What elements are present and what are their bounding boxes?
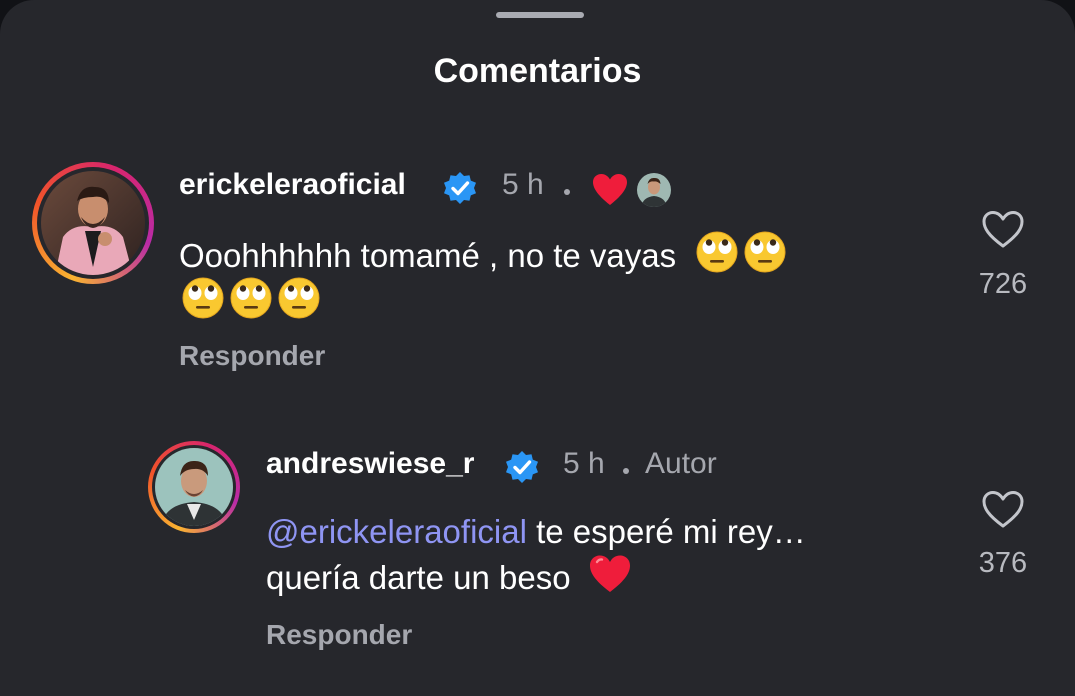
rolling-eyes-emoji-icon [277,276,321,333]
reply-button[interactable]: Responder [179,340,325,372]
verified-badge-icon [444,172,476,204]
like-count: 376 [978,547,1028,579]
comment-timestamp: 5 h [563,447,605,480]
avatar [41,171,145,275]
avatar-story-ring[interactable] [148,441,240,533]
rolling-eyes-emoji-icon [181,276,225,333]
sheet-drag-handle[interactable] [496,12,584,18]
comment-text: quería darte un beso [266,554,632,607]
like-count: 726 [978,268,1028,300]
rolling-eyes-emoji-icon [695,230,739,287]
comment-text-line: quería darte un beso [266,559,571,597]
comment-emoji-line [181,276,321,333]
like-heart-outline-icon[interactable] [981,490,1025,530]
creator-liked-heart-icon [593,174,627,205]
separator-dot [623,468,629,474]
comment-username[interactable]: andreswiese_r [266,447,474,481]
avatar-story-ring[interactable] [32,162,154,284]
comments-sheet: Comentarios erickeleraoficial 5 h Ooohhh… [0,0,1075,696]
comment-text: @erickeleraoficial te esperé mi rey… [266,508,806,556]
comment-text-line: te esperé mi rey… [526,513,806,550]
verified-badge-icon [506,451,538,483]
rolling-eyes-emoji-icon [229,276,273,333]
mention-link[interactable]: @erickeleraoficial [266,513,527,550]
author-label: Autor [645,447,717,480]
like-heart-outline-icon[interactable] [981,210,1025,250]
reply-button[interactable]: Responder [266,619,412,651]
comment-timestamp: 5 h [502,168,544,201]
sheet-title: Comentarios [433,52,642,90]
rolling-eyes-emoji-icon [743,230,787,287]
comment-text-line: Ooohhhhhh tomamé , no te vayas [179,237,677,275]
comment-username[interactable]: erickeleraoficial [179,168,406,202]
avatar [155,448,233,526]
separator-dot [564,189,570,195]
creator-avatar [637,173,671,207]
red-heart-emoji-icon [588,554,632,607]
